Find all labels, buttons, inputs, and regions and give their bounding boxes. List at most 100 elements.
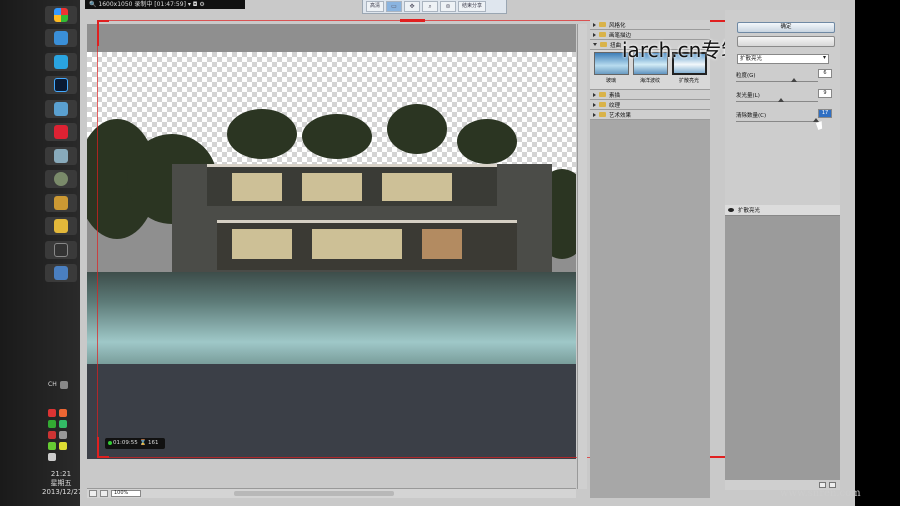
taskbar: CH 21:21 星期五 2013/12/27 bbox=[0, 0, 83, 506]
system-tray: CH bbox=[44, 378, 78, 461]
folder-icon bbox=[599, 92, 606, 97]
app-icon bbox=[54, 55, 68, 69]
filter-select[interactable]: 扩散亮光 bbox=[737, 54, 829, 64]
end-share-button[interactable]: 结束分享 bbox=[458, 1, 487, 12]
filter-label: 扩散亮光 bbox=[678, 78, 699, 84]
folder-icon bbox=[599, 112, 606, 117]
share-toolbar: 高清 ▭ ✥ ⌕ ⊜ 结束分享 bbox=[362, 0, 507, 14]
toolbar-button[interactable]: ⌕ bbox=[422, 1, 439, 12]
folder-icon bbox=[599, 22, 606, 27]
clock[interactable]: 21:21 星期五 2013/12/27 bbox=[42, 470, 83, 497]
app-icon bbox=[54, 31, 68, 45]
category-stylize[interactable]: 风格化 bbox=[590, 20, 710, 30]
folder-open-icon bbox=[600, 42, 607, 47]
slider-handle[interactable] bbox=[778, 98, 784, 102]
highlight-mark bbox=[400, 19, 425, 23]
filter-label: 玻璃 bbox=[605, 78, 616, 84]
category-label: 扭曲 bbox=[610, 42, 622, 49]
photoshop-icon bbox=[54, 78, 68, 92]
category-sketch[interactable]: 素描 bbox=[590, 90, 710, 100]
effect-layer-row[interactable]: 扩散亮光 bbox=[725, 205, 840, 216]
folder-icon bbox=[599, 102, 606, 107]
slider-track[interactable] bbox=[736, 81, 818, 82]
layer-label: 扩散亮光 bbox=[738, 208, 761, 214]
status-bar: 100% bbox=[87, 488, 576, 498]
expand-icon bbox=[593, 112, 596, 117]
tray-icon[interactable] bbox=[48, 442, 56, 450]
tray-icon[interactable] bbox=[59, 442, 67, 450]
glow-amount-input[interactable]: 9 bbox=[818, 89, 832, 98]
param-label: 清除数量(C) bbox=[736, 113, 767, 119]
category-label: 风格化 bbox=[609, 22, 626, 29]
taskbar-app-2[interactable] bbox=[45, 53, 77, 71]
zoom-in-button[interactable] bbox=[100, 490, 108, 497]
tray-icon[interactable] bbox=[48, 420, 56, 428]
tray-icon[interactable] bbox=[59, 409, 67, 417]
taskbar-app-4[interactable] bbox=[45, 123, 77, 141]
expand-icon bbox=[593, 92, 596, 97]
keyboard-icon[interactable] bbox=[59, 381, 68, 389]
slider-handle[interactable] bbox=[791, 78, 797, 82]
taskbar-photoshop[interactable] bbox=[45, 76, 77, 94]
preview-horizontal-scrollbar[interactable] bbox=[234, 491, 394, 496]
expand-icon bbox=[593, 32, 596, 37]
language-indicator[interactable]: CH bbox=[48, 381, 57, 389]
param-glow-amount: 发光量(L) 9 bbox=[736, 89, 836, 102]
slider-track[interactable] bbox=[736, 101, 818, 102]
tray-icon[interactable] bbox=[48, 409, 56, 417]
highlight-corner bbox=[97, 437, 109, 458]
effect-layers: 扩散亮光 bbox=[725, 205, 840, 490]
house-icon bbox=[54, 102, 68, 116]
graininess-input[interactable]: 6 bbox=[818, 69, 832, 78]
folder-icon bbox=[54, 219, 68, 233]
param-clear-amount: 清除数量(C) 17 bbox=[736, 109, 836, 122]
param-label: 发光量(L) bbox=[736, 93, 760, 99]
toolbar-button[interactable]: ⊜ bbox=[440, 1, 457, 12]
zoom-select[interactable]: 100% bbox=[111, 490, 141, 497]
filter-settings-panel: 确定 扩散亮光 粒度(G) 6 发光量(L) 9 清除数量(C) 17 扩散亮光 bbox=[725, 10, 840, 490]
param-graininess: 粒度(G) 6 bbox=[736, 69, 836, 82]
category-label: 艺术效果 bbox=[609, 112, 632, 119]
quality-button[interactable]: 高清 bbox=[366, 1, 385, 12]
app-icon bbox=[54, 172, 68, 186]
network-icon[interactable] bbox=[59, 431, 67, 439]
category-artistic[interactable]: 艺术效果 bbox=[590, 110, 710, 120]
slider-track[interactable] bbox=[736, 121, 818, 122]
site-watermark: www.snren.com bbox=[780, 488, 861, 499]
category-label: 纹理 bbox=[609, 102, 621, 109]
document-icon bbox=[54, 149, 68, 163]
preview-vertical-scrollbar[interactable] bbox=[577, 24, 587, 489]
toolbar-button[interactable]: ✥ bbox=[404, 1, 421, 12]
param-label: 粒度(G) bbox=[736, 73, 756, 79]
tray-icon[interactable] bbox=[48, 453, 56, 461]
camera-icon bbox=[54, 243, 68, 257]
zoom-out-button[interactable] bbox=[89, 490, 97, 497]
toolbar-button[interactable]: ▭ bbox=[386, 1, 403, 12]
ok-button[interactable]: 确定 bbox=[737, 22, 835, 33]
taskbar-app-6[interactable] bbox=[45, 170, 77, 188]
taskbar-app-3[interactable] bbox=[45, 100, 77, 118]
clock-time: 21:21 bbox=[50, 470, 72, 478]
tray-icon[interactable] bbox=[59, 420, 67, 428]
cancel-button[interactable] bbox=[737, 36, 835, 47]
taskbar-app-7[interactable] bbox=[45, 194, 77, 212]
category-label: 素描 bbox=[609, 92, 621, 99]
taskbar-app-10[interactable] bbox=[45, 264, 77, 282]
taskbar-app-1[interactable] bbox=[45, 29, 77, 47]
screen-recorder-bar[interactable]: 🔍 1600x1050 录制中 [01:47:59] ▾ ◘ ⚙ bbox=[85, 0, 245, 9]
taskbar-app-5[interactable] bbox=[45, 147, 77, 165]
taskbar-app-9[interactable] bbox=[45, 241, 77, 259]
taskbar-app-8[interactable] bbox=[45, 217, 77, 235]
collapse-icon bbox=[593, 43, 597, 46]
filter-label: 海洋波纹 bbox=[639, 78, 660, 84]
volume-icon[interactable] bbox=[48, 431, 56, 439]
clock-weekday: 星期五 bbox=[50, 479, 72, 487]
visibility-eye-icon[interactable] bbox=[728, 208, 734, 212]
clock-date: 2013/12/27 bbox=[42, 488, 83, 496]
windows-icon bbox=[54, 8, 68, 22]
category-texture[interactable]: 纹理 bbox=[590, 100, 710, 110]
app-icon bbox=[54, 125, 68, 139]
start-button[interactable] bbox=[45, 6, 77, 24]
clear-amount-input[interactable]: 17 bbox=[818, 109, 832, 118]
app-icon bbox=[54, 196, 68, 210]
